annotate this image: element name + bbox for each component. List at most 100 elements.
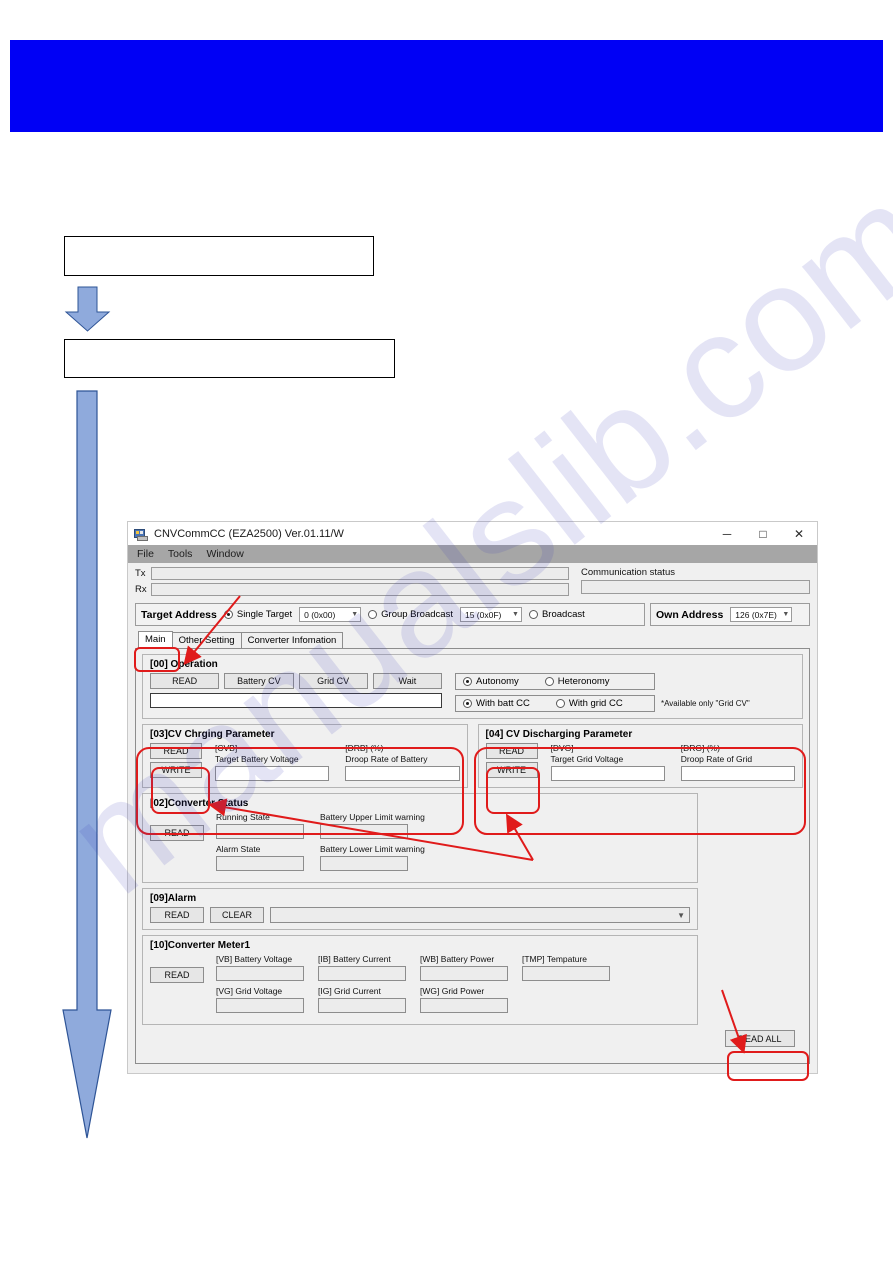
group-converter-meter1-title: [10]Converter Meter1 <box>150 940 251 951</box>
converter-status-running-state-label: Running State <box>216 812 270 822</box>
alarm-clear-button[interactable]: CLEAR <box>210 907 264 923</box>
radio-with-grid-cc-dot <box>555 699 565 708</box>
rx-field[interactable] <box>151 583 569 596</box>
cv-charging-write-button[interactable]: WRITE <box>150 762 202 778</box>
meter-wg-field <box>420 998 508 1013</box>
group-alarm-title: [09]Alarm <box>150 893 197 904</box>
meter-ig-label: [IG] Grid Current <box>318 986 381 996</box>
converter-status-batt-lower: Battery Lower Limit warning <box>320 844 425 871</box>
group-broadcast-address-value: 15 (0x0F) <box>464 609 502 620</box>
converter-meter-row-1: [VB] Battery Voltage [IB] Battery Curren… <box>216 954 690 986</box>
tabpage-main: [00] Operation READ Battery CV Grid CV W… <box>135 649 810 1064</box>
txrx-block: Tx Rx <box>135 567 569 599</box>
tab-main[interactable]: Main <box>138 631 173 648</box>
meter-vg-label: [VG] Grid Voltage <box>216 986 283 996</box>
close-icon[interactable]: ✕ <box>781 522 817 545</box>
radio-with-batt-cc-label: With batt CC <box>476 698 530 709</box>
meter-ig-field <box>318 998 406 1013</box>
radio-autonomy[interactable]: Autonomy <box>463 676 519 687</box>
operation-battery-cv-button[interactable]: Battery CV <box>224 673 294 689</box>
converter-status-read-button[interactable]: READ <box>150 825 204 841</box>
group-cv-discharging-title: [04] CV Discharging Parameter <box>485 729 633 740</box>
operation-wait-button[interactable]: Wait <box>372 673 442 689</box>
meter-wg-label: [WG] Grid Power <box>420 986 485 996</box>
group-broadcast-address-select[interactable]: 15 (0x0F) ▼ <box>459 607 522 622</box>
meter-cell-spacer <box>522 986 610 1013</box>
radio-broadcast-dot <box>528 610 538 619</box>
chevron-down-icon: ▼ <box>677 910 685 920</box>
radio-group-broadcast-dot <box>368 610 378 619</box>
radio-single-target-dot <box>223 610 233 619</box>
converter-meter-read-button[interactable]: READ <box>150 967 204 983</box>
cv-discharging-dvg-input[interactable] <box>550 766 665 781</box>
tx-field[interactable] <box>151 567 569 580</box>
operation-buttons: READ Battery CV Grid CV Wait <box>150 673 442 689</box>
tab-other-setting[interactable]: Other Setting <box>171 632 242 648</box>
group-cv-charging-title: [03]CV Chrging Parameter <box>150 729 275 740</box>
callout-box-bottom <box>64 339 395 378</box>
communication-status-label: Communication status <box>581 567 675 578</box>
alarm-select[interactable]: ▼ <box>270 907 690 923</box>
read-all-row: READ ALL <box>142 1030 803 1047</box>
group-alarm: [09]Alarm READ CLEAR ▼ <box>142 888 698 930</box>
cv-discharging-drg-input[interactable] <box>680 766 795 781</box>
radio-autonomy-dot <box>463 677 472 686</box>
converter-status-alarm-state: Alarm State <box>216 844 304 871</box>
converter-status-batt-lower-field <box>320 856 408 871</box>
window-title: CNVCommCC (EZA2500) Ver.01.11/W <box>154 527 344 540</box>
menubar: File Tools Window <box>128 545 817 563</box>
converter-status-alarm-state-field <box>216 856 304 871</box>
target-address-group: Target Address Single Target 0 (0x00) ▼ … <box>135 603 645 626</box>
cv-charging-cvb-input[interactable] <box>215 766 330 781</box>
menu-item-window[interactable]: Window <box>206 548 243 560</box>
rx-row: Rx <box>135 583 569 596</box>
own-address-value: 126 (0x7E) <box>735 609 777 620</box>
meter-cell-tmp: [TMP] Tempature <box>522 954 610 981</box>
maximize-icon[interactable]: □ <box>745 522 781 545</box>
group-cv-discharging: [04] CV Discharging Parameter READ WRITE… <box>477 724 803 788</box>
alarm-read-button[interactable]: READ <box>150 907 204 923</box>
cv-discharging-read-button[interactable]: READ <box>485 743 538 759</box>
communication-area: Tx Rx Communication status <box>135 567 810 599</box>
group-converter-meter1: [10]Converter Meter1 READ [VB] Battery V… <box>142 935 698 1025</box>
converter-status-batt-upper: Battery Upper Limit warning <box>320 812 425 839</box>
chevron-down-icon: ▼ <box>351 611 359 618</box>
cv-charging-drb-code: [DRB] (%) <box>345 743 384 753</box>
operation-status-field <box>150 693 442 708</box>
radio-group-broadcast[interactable]: Group Broadcast <box>368 609 453 620</box>
cv-discharging-write-button[interactable]: WRITE <box>485 762 538 778</box>
radio-single-target[interactable]: Single Target <box>223 609 292 620</box>
radio-broadcast[interactable]: Broadcast <box>528 609 585 620</box>
cv-charging-field-cvb: [CVB] Target Battery Voltage <box>215 743 330 781</box>
menu-item-file[interactable]: File <box>137 548 154 560</box>
radio-with-grid-cc-label: With grid CC <box>568 698 623 709</box>
cv-discharging-drg-code: [DRG] (%) <box>680 743 720 753</box>
operation-grid-cv-button[interactable]: Grid CV <box>298 673 368 689</box>
operation-mode-row-2-wrap: With batt CC With grid CC *Available onl… <box>455 695 795 712</box>
meter-tmp-label: [TMP] Tempature <box>522 954 588 964</box>
single-target-address-select[interactable]: 0 (0x00) ▼ <box>299 607 362 622</box>
radio-heteronomy-dot <box>544 677 554 686</box>
tab-converter-infomation[interactable]: Converter Infomation <box>240 632 344 648</box>
converter-status-alarm-state-label: Alarm State <box>216 844 261 854</box>
cv-charging-read-button[interactable]: READ <box>150 743 202 759</box>
communication-status-block: Communication status <box>581 567 810 594</box>
meter-ib-field <box>318 966 406 981</box>
menu-item-tools[interactable]: Tools <box>168 548 193 560</box>
cv-charging-drb-input[interactable] <box>345 766 460 781</box>
tx-row: Tx <box>135 567 569 580</box>
own-address-select[interactable]: 126 (0x7E) ▼ <box>730 607 793 622</box>
group-converter-status: [02]Converter Status READ Running State … <box>142 793 698 883</box>
radio-with-batt-cc[interactable]: With batt CC <box>463 698 530 709</box>
cv-charging-cvb-name: Target Battery Voltage <box>215 754 299 764</box>
minimize-icon[interactable]: ─ <box>709 522 745 545</box>
meter-wb-field <box>420 966 508 981</box>
radio-heteronomy[interactable]: Heteronomy <box>544 676 610 687</box>
chevron-down-icon: ▼ <box>512 611 519 618</box>
meter-vb-field <box>216 966 304 981</box>
meter-cell-vg: [VG] Grid Voltage <box>216 986 304 1013</box>
converter-status-batt-upper-field <box>320 824 408 839</box>
read-all-button[interactable]: READ ALL <box>725 1030 795 1047</box>
radio-with-grid-cc[interactable]: With grid CC <box>555 698 623 709</box>
operation-read-button[interactable]: READ <box>150 673 220 689</box>
